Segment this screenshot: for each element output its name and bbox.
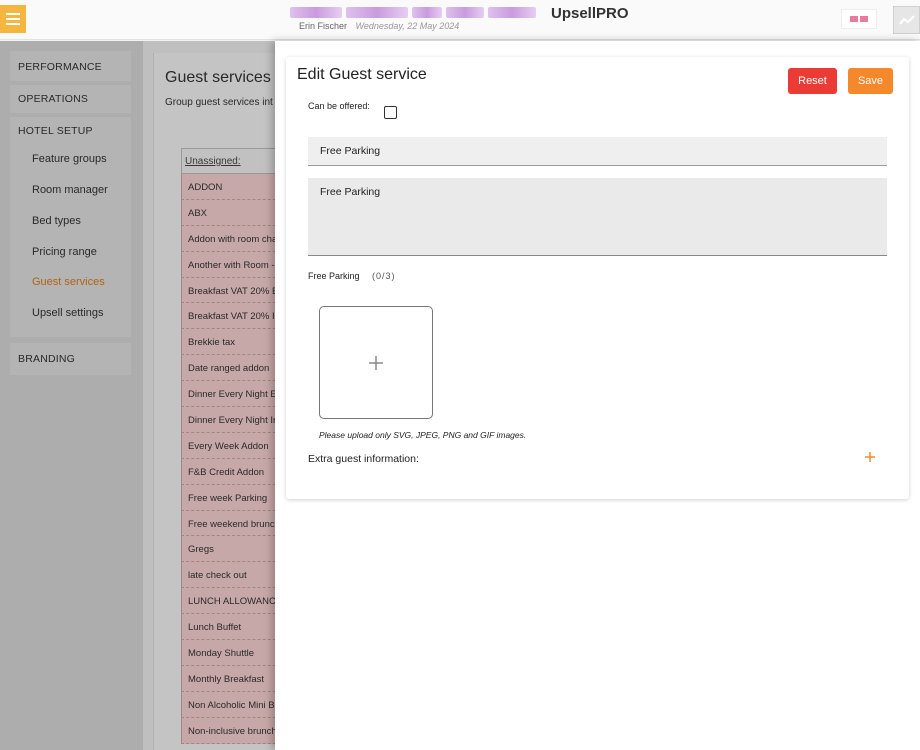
- trend-line-icon: [898, 15, 915, 25]
- upload-hint: Please upload only SVG, JPEG, PNG and GI…: [319, 430, 527, 440]
- images-label: Free Parking (0/3): [308, 271, 396, 281]
- blur-block: [412, 7, 442, 18]
- hamburger-icon-line: [6, 23, 20, 25]
- hamburger-icon: [6, 13, 20, 15]
- user-info: Erin Fischer Wednesday, 22 May 2024: [299, 21, 459, 31]
- reset-button[interactable]: Reset: [788, 68, 837, 94]
- can-be-offered-checkbox[interactable]: [384, 106, 397, 119]
- save-button[interactable]: Save: [848, 68, 893, 94]
- blurred-hotel-name: [290, 7, 536, 18]
- service-name-input[interactable]: [308, 137, 887, 166]
- hamburger-menu-button[interactable]: [0, 5, 26, 33]
- images-label-text: Free Parking: [308, 271, 360, 281]
- current-date: Wednesday, 22 May 2024: [355, 21, 460, 31]
- user-name: Erin Fischer: [299, 21, 348, 31]
- hamburger-icon-line: [6, 18, 20, 20]
- edit-guest-service-panel: Edit Guest service Reset Save Can be off…: [286, 57, 909, 499]
- flag-stripe: [850, 16, 858, 22]
- edit-drawer: Edit Guest service Reset Save Can be off…: [275, 41, 920, 750]
- plus-icon: [865, 452, 875, 462]
- add-extra-info-button[interactable]: [863, 450, 877, 464]
- top-bar: UpsellPRO Erin Fischer Wednesday, 22 May…: [0, 0, 920, 40]
- stats-button[interactable]: [893, 6, 920, 34]
- service-description-textarea[interactable]: Free Parking: [308, 178, 887, 256]
- images-count: (0/3): [372, 271, 396, 281]
- image-upload-button[interactable]: [319, 306, 433, 419]
- drawer-title: Edit Guest service: [297, 66, 427, 83]
- blur-block: [346, 7, 408, 18]
- blur-block: [290, 7, 342, 18]
- language-flag-button[interactable]: [841, 9, 877, 29]
- blur-block: [488, 7, 536, 18]
- modal-overlay[interactable]: [0, 41, 275, 750]
- extra-guest-info-label: Extra guest information:: [308, 453, 419, 465]
- blur-block: [446, 7, 484, 18]
- can-be-offered-label: Can be offered:: [308, 101, 370, 111]
- brand-name: UpsellPRO: [551, 5, 629, 22]
- plus-icon: [369, 355, 383, 370]
- flag-stripe: [860, 16, 868, 22]
